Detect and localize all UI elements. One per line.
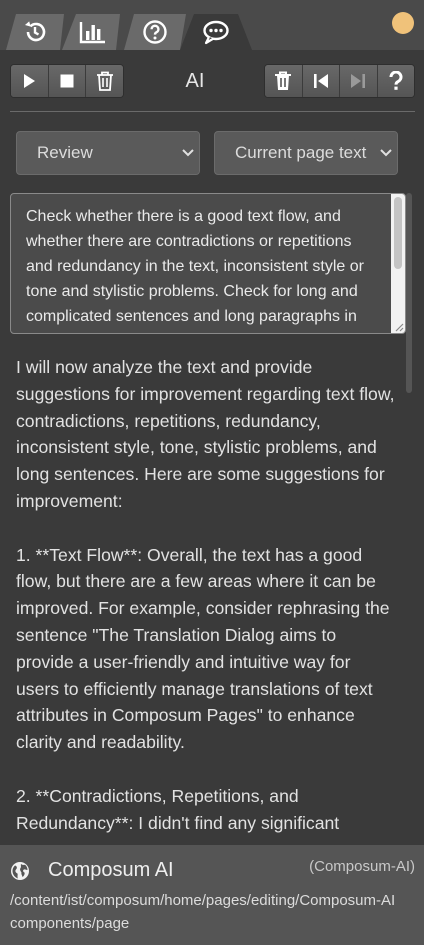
tab-history[interactable] [6,14,64,50]
globe-icon [11,862,29,880]
source-select-value: Current page text [235,143,367,162]
skip-forward-icon [351,74,366,88]
mode-select-value: Review [37,143,93,162]
bar-chart-icon [79,22,105,44]
source-select[interactable]: Current page text [214,131,398,175]
history-icon [25,21,46,42]
stop-button[interactable] [48,65,87,97]
tab-ai-chat[interactable] [180,14,252,50]
response-paragraph: 2. **Contradictions, Repetitions, and Re… [16,785,340,833]
prompt-text: Check whether there is a good text flow,… [26,208,364,325]
panel-scrollbar[interactable] [406,193,412,393]
back-button[interactable] [302,65,340,97]
page-path: /content/ist/composum/home/pages/editing… [10,892,396,909]
response-paragraph: I will now analyze the text and provide … [16,357,395,511]
panel-title: AI [185,70,205,92]
stop-icon [60,74,74,88]
help-circle-icon [143,20,167,44]
resource-type: components/page [10,915,130,932]
prompt-scrollbar[interactable] [391,194,405,333]
prompt-scrollbar-thumb[interactable] [394,197,402,269]
trash-icon [275,71,292,90]
mode-select[interactable]: Review [16,131,200,175]
reset-history-button[interactable] [265,65,303,97]
tab-help[interactable] [124,14,186,50]
prompt-textarea[interactable]: Check whether there is a good text flow,… [10,193,406,334]
tab-statistics[interactable] [62,14,120,50]
resize-grip-icon[interactable] [394,322,404,332]
trash-icon [96,71,113,91]
play-icon [24,74,36,88]
chevron-down-icon [375,132,397,174]
chevron-down-icon [177,132,199,174]
run-button[interactable] [11,65,49,97]
context-footer: Composum AI (Composum-AI) /content/ist/c… [0,845,424,945]
component-name: Composum AI [48,859,174,881]
chat-bubble-icon [203,20,229,45]
tab-bar [0,0,424,50]
clear-prompt-button[interactable] [86,65,123,97]
skip-back-icon [313,74,328,88]
question-icon [389,71,403,90]
history-controls [264,64,415,98]
toolbar: AI [0,64,424,100]
ai-response: I will now analyze the text and provide … [16,354,396,840]
status-indicator [392,12,414,34]
run-controls [10,64,124,98]
help-button[interactable] [377,65,414,97]
toolbar-divider [10,111,415,112]
forward-button[interactable] [340,65,378,97]
response-paragraph: 1. **Text Flow**: Overall, the text has … [16,544,390,753]
component-tag: (Composum-AI) [309,858,415,875]
